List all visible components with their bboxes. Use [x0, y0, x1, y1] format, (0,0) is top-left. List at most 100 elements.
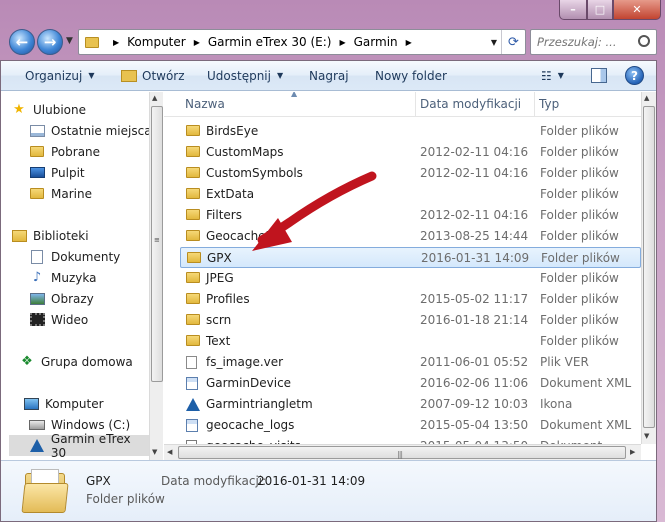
chevron-right-icon[interactable]: ▶	[113, 38, 119, 47]
chevron-right-icon[interactable]: ▶	[339, 38, 345, 47]
breadcrumb-item[interactable]: Garmin eTrex 30 (E:)	[208, 35, 332, 49]
file-name: fs_image.ver	[206, 355, 284, 369]
navigation-pane: ★ Ulubione Ostatnie miejsca Pobrane Pulpi…	[1, 92, 163, 460]
xml-document-icon	[186, 419, 198, 432]
vertical-scrollbar[interactable]: ▲ ▼	[641, 92, 656, 444]
address-bar[interactable]: ▶ Komputer ▶ Garmin eTrex 30 (E:) ▶ Garm…	[78, 29, 526, 55]
sidebar-item-computer[interactable]: Komputer	[23, 393, 163, 414]
column-header-type[interactable]: Typ	[539, 97, 559, 111]
scroll-up-icon[interactable]: ▲	[644, 94, 649, 102]
sidebar-item-pictures[interactable]: Obrazy	[29, 288, 163, 309]
file-type: Dokument XML	[540, 376, 632, 390]
back-button[interactable]: ←	[9, 29, 35, 55]
file-row[interactable]: Filters 2012-02-11 04:16 Folder plików	[180, 205, 641, 226]
scroll-down-icon[interactable]: ▼	[152, 448, 157, 456]
file-row[interactable]: fs_image.ver 2011-06-01 05:52 Plik VER	[180, 352, 641, 373]
file-name: ExtData	[206, 187, 255, 201]
search-box[interactable]	[530, 29, 657, 55]
sidebar-item-recent[interactable]: Ostatnie miejsca	[29, 120, 163, 141]
file-row[interactable]: geocache_logs 2015-05-04 13:50 Dokument XM…	[180, 415, 641, 436]
breadcrumb-item[interactable]: Garmin	[354, 35, 398, 49]
folder-icon	[186, 188, 200, 199]
file-row[interactable]: CustomSymbols 2012-02-11 04:16 Folder plik…	[180, 163, 641, 184]
file-type: Folder plików	[540, 313, 619, 327]
refresh-button[interactable]: ⟳	[501, 30, 525, 54]
sidebar-item-documents[interactable]: Dokumenty	[29, 246, 163, 267]
homegroup-icon: ❖	[21, 354, 33, 369]
new-folder-button[interactable]: Nowy folder	[365, 61, 457, 91]
file-row[interactable]: JPEG Folder plików	[180, 268, 641, 289]
scroll-down-icon[interactable]: ▼	[644, 432, 649, 440]
file-name: GarminDevice	[206, 376, 292, 390]
folder-icon	[186, 209, 200, 220]
scroll-left-icon[interactable]: ◀	[167, 448, 172, 456]
folder-icon	[187, 252, 201, 263]
horizontal-scrollbar[interactable]: ◀ ||| ▶	[164, 444, 641, 460]
file-name: JPEG	[206, 271, 234, 285]
arrow-right-icon: →	[43, 33, 57, 51]
column-header-name[interactable]: Nazwa	[185, 97, 225, 111]
chevron-right-icon[interactable]: ▶	[406, 38, 412, 47]
sidebar-item-desktop[interactable]: Pulpit	[29, 162, 163, 183]
file-row[interactable]: GarminDevice 2016-02-06 11:06 Dokument XML	[180, 373, 641, 394]
desktop-icon	[29, 167, 45, 178]
scroll-up-icon[interactable]: ▲	[152, 94, 157, 102]
address-dropdown-icon[interactable]: ▼	[491, 38, 497, 47]
scrollbar-thumb[interactable]	[151, 106, 163, 382]
sidebar-item-label: Windows (C:)	[51, 417, 131, 432]
minimize-button[interactable]: –	[559, 0, 587, 20]
sidebar-item-marine[interactable]: Marine	[29, 183, 163, 204]
file-row[interactable]: Text Folder plików	[180, 331, 641, 352]
details-pane: GPX Folder plików Data modyfikacji: 2016…	[1, 460, 656, 521]
garmin-icon	[29, 439, 44, 452]
preview-pane-button[interactable]	[591, 68, 607, 83]
file-date: 2016-01-31 14:09	[421, 251, 530, 265]
open-label: Otwórz	[142, 68, 185, 83]
breadcrumb-item[interactable]: Komputer	[127, 35, 186, 49]
sidebar-item-favorites[interactable]: ★ Ulubione	[11, 99, 158, 120]
sidebar-item-homegroup[interactable]: ❖ Grupa domowa	[19, 351, 163, 372]
burn-button[interactable]: Nagraj	[299, 61, 359, 91]
search-icon	[638, 35, 650, 47]
open-button[interactable]: Otwórz	[111, 61, 195, 91]
help-button[interactable]: ?	[625, 66, 644, 85]
maximize-button[interactable]: □	[587, 0, 613, 20]
file-date: 2016-02-06 11:06	[420, 376, 529, 390]
file-row[interactable]: CustomMaps 2012-02-11 04:16 Folder plików	[180, 142, 641, 163]
sidebar-item-downloads[interactable]: Pobrane	[29, 141, 163, 162]
organize-button[interactable]: Organizuj ▼	[15, 61, 104, 91]
sidebar-item-garmin[interactable]: Garmin eTrex 30	[9, 432, 149, 460]
file-row[interactable]: BirdsEye Folder plików	[180, 121, 641, 142]
file-date: 2011-06-01 05:52	[420, 355, 529, 369]
sidebar-item-video[interactable]: Wideo	[29, 309, 163, 330]
sidebar-item-music[interactable]: ♪ Muzyka	[29, 267, 163, 288]
chevron-right-icon[interactable]: ▶	[194, 38, 200, 47]
column-divider[interactable]	[534, 92, 535, 117]
file-row[interactable]: Profiles 2015-05-02 11:17 Folder plików	[180, 289, 641, 310]
details-date-value: 2016-01-31 14:09	[257, 474, 366, 488]
open-folder-icon	[121, 69, 137, 82]
scrollbar-thumb[interactable]: |||	[178, 446, 626, 459]
navigation-scrollbar[interactable]: ▲ ≡ ▼	[149, 92, 163, 460]
file-row[interactable]: GeocachePh 2013-08-25 14:44 Folder plików	[180, 226, 641, 247]
scroll-right-icon[interactable]: ▶	[630, 448, 635, 456]
file-row[interactable]: Garmintriangletm 2007-09-12 10:03 Ikona	[180, 394, 641, 415]
sidebar-item-libraries[interactable]: Biblioteki	[11, 225, 158, 246]
share-button[interactable]: Udostępnij ▼	[197, 61, 293, 91]
sidebar-item-label: Grupa domowa	[41, 354, 133, 369]
view-details-icon: ☷	[541, 68, 552, 83]
recent-pages-dropdown[interactable]: ▼	[66, 36, 73, 46]
change-view-button[interactable]: ☷ ▼	[531, 61, 574, 91]
scrollbar-thumb[interactable]	[643, 106, 655, 428]
file-row[interactable]: scrn 2016-01-18 21:14 Folder plików	[180, 310, 641, 331]
column-divider[interactable]	[415, 92, 416, 117]
file-row-selected[interactable]: GPX 2016-01-31 14:09 Folder plików	[180, 247, 641, 268]
window-controls: – □ ✕	[559, 0, 661, 20]
folder-icon	[30, 188, 44, 199]
folder-icon	[186, 167, 200, 178]
search-input[interactable]	[537, 35, 633, 49]
forward-button[interactable]: →	[37, 29, 63, 55]
column-header-date[interactable]: Data modyfikacji	[420, 97, 521, 111]
file-row[interactable]: ExtData Folder plików	[180, 184, 641, 205]
close-button[interactable]: ✕	[613, 0, 661, 20]
